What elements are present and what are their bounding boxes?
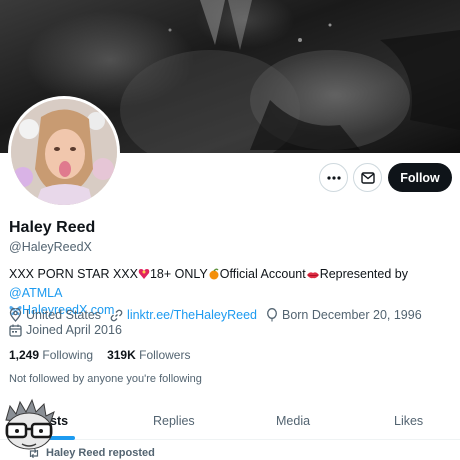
followers-stat[interactable]: 319K Followers: [107, 348, 190, 362]
profile-website[interactable]: linktr.ee/TheHaleyReed: [110, 308, 257, 322]
repost-text: Haley Reed reposted: [46, 447, 155, 459]
mail-icon: [360, 171, 375, 184]
website-link[interactable]: linktr.ee/TheHaleyReed: [127, 308, 257, 322]
tab-likes[interactable]: Likes: [394, 414, 423, 428]
location-text: United States: [26, 308, 102, 322]
link-icon: [110, 309, 123, 321]
profile-birthdate: Born December 20, 1996: [266, 308, 422, 322]
repost-icon: [29, 448, 39, 458]
repost-indicator: Haley Reed reposted: [28, 447, 155, 459]
tab-replies[interactable]: Replies: [153, 414, 195, 428]
peach-icon: [208, 268, 220, 285]
flirt-icon: [138, 268, 150, 285]
mutual-followers-note: Not followed by anyone you're following: [9, 373, 202, 385]
more-button[interactable]: [319, 163, 348, 192]
balloon-icon: [267, 308, 277, 322]
following-label: Following: [42, 348, 94, 362]
tab-media[interactable]: Media: [276, 414, 310, 428]
bio-text-2: 18+ ONLY: [149, 267, 208, 281]
bio-text-1: XXX PORN STAR XXX: [9, 267, 138, 281]
profile-name: Haley Reed: [9, 219, 96, 236]
profile-tabs: sts Replies Media Likes: [0, 402, 460, 440]
profile-handle: @HaleyReedX: [9, 240, 92, 254]
follow-button[interactable]: Follow: [388, 163, 452, 192]
join-date-text: Joined April 2016: [26, 323, 122, 337]
profile-join-date: Joined April 2016: [9, 323, 122, 337]
avatar[interactable]: [8, 96, 120, 208]
profile-stats: 1,249 Following 319K Followers: [9, 348, 204, 362]
bio-text-4: Represented by: [319, 267, 408, 281]
followers-label: Followers: [139, 348, 191, 362]
bio-mention-link[interactable]: @ATMLA: [9, 286, 62, 300]
message-button[interactable]: [353, 163, 382, 192]
profile-location: United States: [9, 308, 101, 322]
following-count: 1,249: [9, 348, 40, 362]
calendar-icon: [9, 324, 22, 337]
following-stat[interactable]: 1,249 Following: [9, 348, 93, 362]
profile-meta-row-1: United States linktr.ee/TheHaleyReed Bor…: [9, 308, 431, 322]
profile-meta-row-2: Joined April 2016: [9, 323, 131, 337]
more-icon: [326, 175, 341, 180]
birthdate-text: Born December 20, 1996: [281, 308, 422, 322]
avatar-image: [11, 99, 117, 205]
location-icon: [9, 308, 22, 322]
bio-text-3: Official Account: [219, 267, 306, 281]
followers-count: 319K: [107, 348, 136, 362]
lips-icon: [306, 268, 320, 285]
